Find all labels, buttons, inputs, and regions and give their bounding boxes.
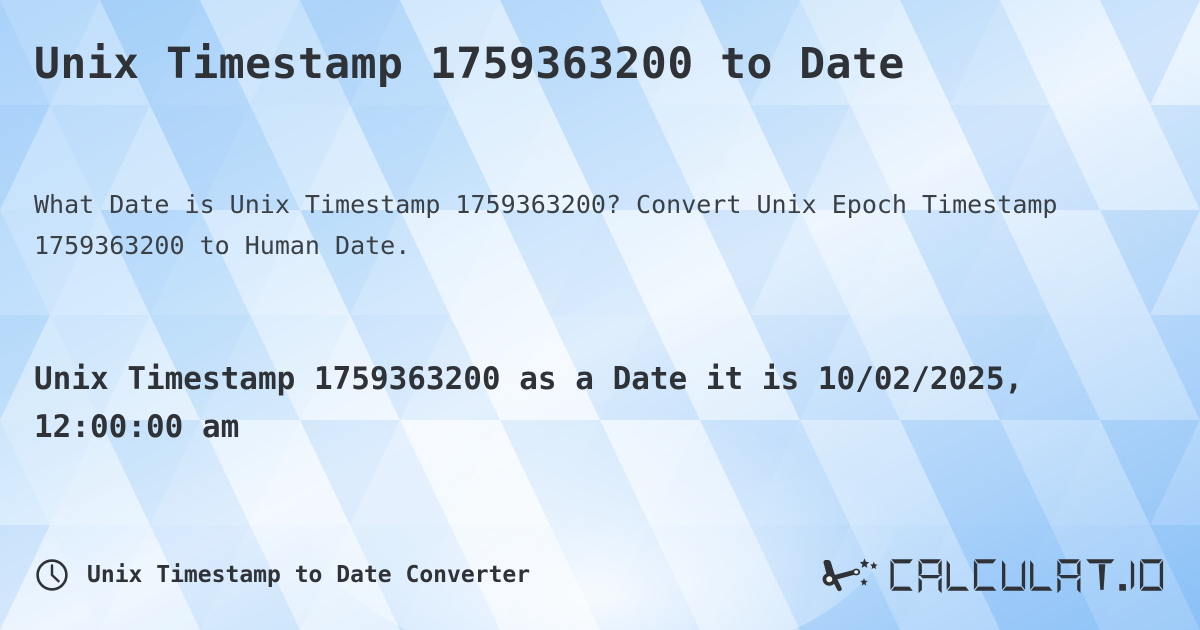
page-description: What Date is Unix Timestamp 1759363200? … [34, 190, 1058, 260]
page-title: Unix Timestamp 1759363200 to Date [34, 39, 905, 89]
card-content: Unix Timestamp 1759363200 to Date What D… [0, 0, 1200, 630]
clock-icon [36, 559, 68, 591]
footer-tool: Unix Timestamp to Date Converter [34, 557, 530, 593]
calculatio-wordmark [890, 559, 1164, 594]
conversion-result: Unix Timestamp 1759363200 as a Date it i… [34, 361, 1024, 446]
og-card: Unix Timestamp 1759363200 to Date What D… [0, 0, 1200, 630]
footer: Unix Timestamp to Date Converter [34, 552, 1166, 598]
magic-wand-hand-icon [823, 558, 878, 592]
footer-tool-label: Unix Timestamp to Date Converter [87, 562, 531, 588]
brand-logo-group[interactable] [820, 555, 1166, 595]
